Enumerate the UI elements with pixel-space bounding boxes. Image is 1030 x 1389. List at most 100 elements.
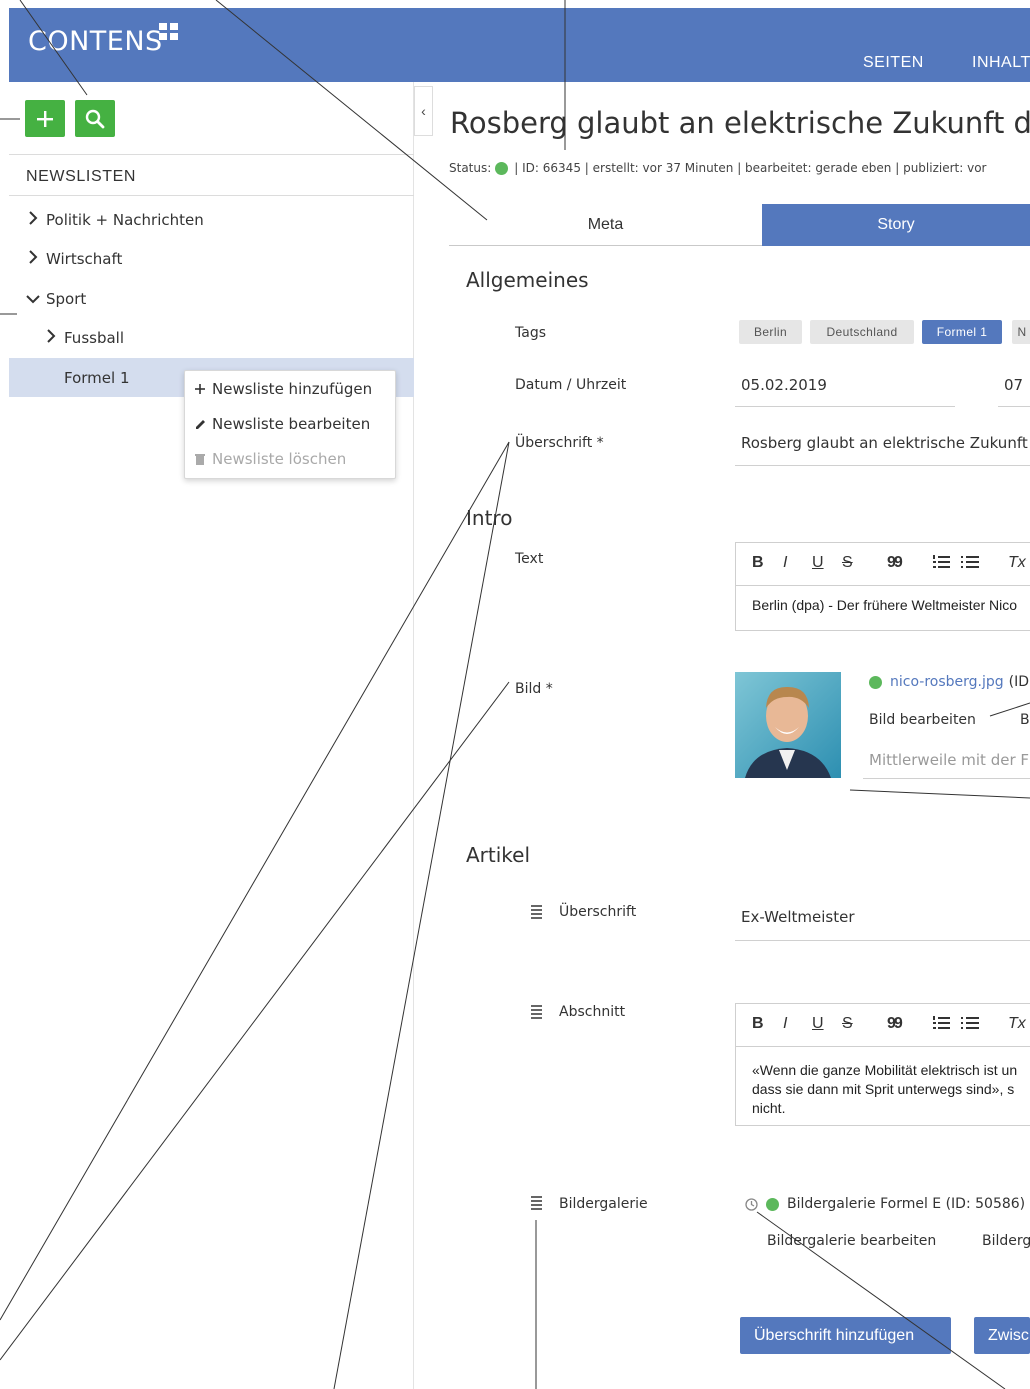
bullet-list-icon[interactable] <box>961 554 979 575</box>
datetime-label: Datum / Uhrzeit <box>515 377 627 393</box>
sidebar-divider <box>9 195 414 196</box>
menu-item-edit-newsliste[interactable]: Newsliste bearbeiten <box>194 415 370 433</box>
search-icon <box>85 109 105 128</box>
image-edit-link-2[interactable]: B <box>1020 712 1030 728</box>
text-line: «Wenn die ganze Mobilität elektrisch ist… <box>752 1062 1018 1078</box>
intro-text-editor[interactable]: B I U S 99 Tx Berlin (dpa) - Der frühere… <box>735 542 1030 631</box>
tree-item-fussball[interactable]: Fussball <box>44 329 124 347</box>
plus-icon <box>37 110 53 127</box>
underline-button[interactable]: U <box>812 1015 824 1033</box>
plus-icon <box>194 384 206 394</box>
strike-button[interactable]: S <box>842 554 853 572</box>
nav-inhalt[interactable]: INHALT <box>972 54 1030 72</box>
tree-item-label: Sport <box>46 290 87 308</box>
chevron-down-icon <box>26 290 40 308</box>
status-label: Status: <box>449 161 492 175</box>
image-label: Bild * <box>515 681 553 697</box>
clear-format-button[interactable]: Tx <box>1008 554 1026 572</box>
bold-button[interactable]: B <box>752 1015 764 1033</box>
drag-handle-icon[interactable] <box>531 1005 542 1020</box>
menu-item-delete-newsliste[interactable]: Newsliste löschen <box>194 450 346 468</box>
strike-button[interactable]: S <box>842 1015 853 1033</box>
meta-info: | ID: 66345 | erstellt: vor 37 Minuten |… <box>514 161 987 175</box>
drag-handle-icon[interactable] <box>531 1196 542 1211</box>
time-input[interactable]: 07 <box>998 376 1030 407</box>
chevron-right-icon <box>26 211 40 229</box>
tags-label: Tags <box>515 325 546 341</box>
image-caption-input[interactable]: Mittlerweile mit der F <box>863 751 1030 779</box>
sidebar-divider <box>9 154 414 155</box>
gallery-edit-link[interactable]: Bildergalerie bearbeiten <box>767 1233 936 1249</box>
image-file-row: nico-rosberg.jpg (ID <box>869 674 1029 690</box>
date-input[interactable]: 05.02.2019 <box>735 376 955 407</box>
gallery-block-label: Bildergalerie <box>559 1196 648 1212</box>
tree-item-sport[interactable]: Sport <box>26 290 86 308</box>
heading-block-input[interactable]: Ex-Weltmeister <box>735 908 1030 941</box>
image-edit-link[interactable]: Bild bearbeiten <box>869 712 976 728</box>
tag-formel-1[interactable]: Formel 1 <box>922 320 1002 344</box>
gallery-edit-link-2[interactable]: Bilderg <box>982 1233 1030 1249</box>
gallery-link[interactable]: Bildergalerie Formel E (ID: 50586) <box>787 1196 1025 1212</box>
tree-item-label: Politik + Nachrichten <box>46 211 204 229</box>
tree-item-label: Formel 1 <box>64 369 130 387</box>
text-line: dass sie dann mit Sprit unterwegs sind»,… <box>752 1081 1015 1097</box>
headline-label: Überschrift * <box>515 435 604 451</box>
page-title: Rosberg glaubt an elektrische Zukunft de… <box>450 106 1030 140</box>
search-button[interactable] <box>75 100 115 137</box>
tab-meta[interactable]: Meta <box>449 204 762 246</box>
status-dot-icon <box>495 161 509 175</box>
quote-button[interactable]: 99 <box>887 1015 903 1033</box>
intro-text-content[interactable]: Berlin (dpa) - Der frühere Weltmeister N… <box>736 586 1030 625</box>
newslisten-heading: NEWSLISTEN <box>26 168 137 185</box>
clear-format-button[interactable]: Tx <box>1008 1015 1026 1033</box>
tag-berlin[interactable]: Berlin <box>739 320 802 344</box>
image-thumbnail[interactable] <box>735 672 841 778</box>
text-line: nicht. <box>752 1100 786 1116</box>
italic-button[interactable]: I <box>783 1015 787 1033</box>
underline-button[interactable]: U <box>812 554 824 572</box>
collapse-sidebar-button[interactable]: ‹ <box>414 86 433 136</box>
italic-button[interactable]: I <box>783 554 787 572</box>
bullet-list-icon[interactable] <box>961 1015 979 1036</box>
clock-icon <box>745 1197 758 1211</box>
app-logo: CONTENS <box>28 26 163 57</box>
nav-seiten[interactable]: SEITEN <box>863 54 924 72</box>
section-allgemeines: Allgemeines <box>466 268 589 292</box>
menu-item-add-newsliste[interactable]: Newsliste hinzufügen <box>194 380 372 398</box>
section-text-editor[interactable]: B I U S 99 Tx «Wenn die ganze Mobilität … <box>735 1003 1030 1126</box>
pencil-icon <box>194 419 206 430</box>
section-block-label: Abschnitt <box>559 1004 626 1020</box>
text-label: Text <box>515 551 544 567</box>
editor-toolbar: B I U S 99 Tx <box>736 1004 1030 1047</box>
ordered-list-icon[interactable] <box>932 554 950 575</box>
heading-block-label: Überschrift <box>559 904 637 920</box>
tag-deutschland[interactable]: Deutschland <box>810 320 914 344</box>
add-heading-button[interactable]: Überschrift hinzufügen <box>740 1317 951 1354</box>
tree-item-label: Wirtschaft <box>46 250 123 268</box>
quote-button[interactable]: 99 <box>887 554 903 572</box>
menu-item-label: Newsliste löschen <box>212 450 347 468</box>
headline-input[interactable]: Rosberg glaubt an elektrische Zukunft <box>735 434 1030 466</box>
tag-more[interactable]: N <box>1012 320 1030 344</box>
ordered-list-icon[interactable] <box>932 1015 950 1036</box>
section-artikel: Artikel <box>466 843 531 867</box>
menu-item-label: Newsliste bearbeiten <box>212 415 371 433</box>
bold-button[interactable]: B <box>752 554 764 572</box>
tree-item-formel-1[interactable]: Formel 1 <box>64 369 130 387</box>
tab-story[interactable]: Story <box>762 204 1030 246</box>
menu-item-label: Newsliste hinzufügen <box>212 380 373 398</box>
status-dot-icon <box>766 1197 779 1211</box>
image-file-link[interactable]: nico-rosberg.jpg <box>890 674 1004 690</box>
sidebar: NEWSLISTEN Politik + Nachrichten Wirtsch… <box>9 82 414 1389</box>
tree-item-wirtschaft[interactable]: Wirtschaft <box>26 250 122 268</box>
tree-item-politik[interactable]: Politik + Nachrichten <box>26 211 204 229</box>
status-line: Status: | ID: 66345 | erstellt: vor 37 M… <box>449 161 986 175</box>
editor-toolbar: B I U S 99 Tx <box>736 543 1030 586</box>
add-other-button[interactable]: Zwisc <box>974 1317 1030 1354</box>
drag-handle-icon[interactable] <box>531 905 542 920</box>
trash-icon <box>194 453 206 465</box>
add-button[interactable] <box>25 100 65 137</box>
logo-grid-icon <box>159 23 181 43</box>
status-dot-icon <box>869 675 882 689</box>
section-text-content[interactable]: «Wenn die ganze Mobilität elektrisch ist… <box>736 1047 1030 1125</box>
